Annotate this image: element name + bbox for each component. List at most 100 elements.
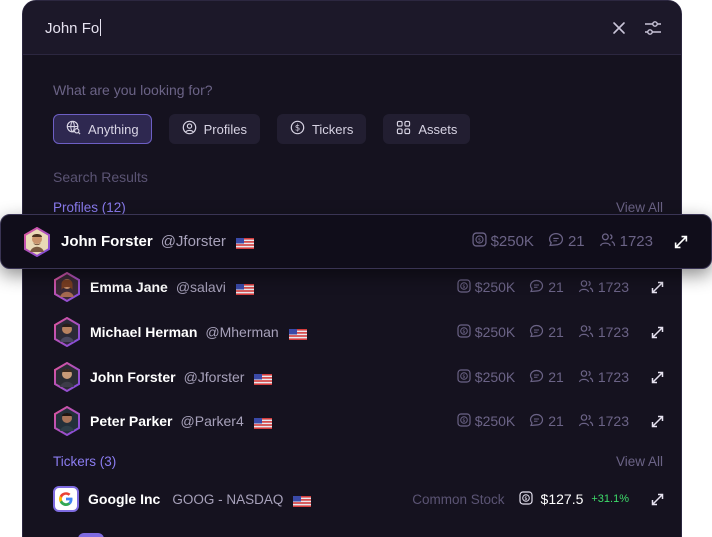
us-flag-icon	[254, 372, 273, 385]
dollar-box-icon: $	[457, 323, 471, 341]
svg-text:$: $	[462, 418, 465, 424]
profile-comments: 21	[567, 233, 585, 250]
profile-value: $250K	[474, 324, 516, 340]
profile-comments: 21	[548, 369, 564, 385]
profile-value: $250K	[474, 413, 516, 429]
profile-value: $250K	[474, 279, 516, 295]
profile-row[interactable]: Michael Herman @Mherman $ $250K 21 1723	[53, 310, 665, 354]
profile-comments: 21	[548, 279, 564, 295]
expand-icon[interactable]	[649, 413, 665, 429]
svg-text:$: $	[462, 284, 465, 290]
profile-name: John Forster	[90, 369, 176, 385]
dollar-box-icon: $	[471, 232, 487, 251]
svg-text:$: $	[462, 374, 465, 380]
profile-handle: @Parker4	[180, 413, 244, 429]
search-bar[interactable]: John Fo	[23, 1, 681, 55]
filter-chip-label: Anything	[88, 121, 139, 137]
avatar	[53, 361, 81, 393]
filter-chip-label: Assets	[418, 121, 458, 137]
expand-icon[interactable]	[649, 324, 665, 340]
dollar-box-icon: $	[457, 412, 471, 430]
profile-handle: @Mherman	[205, 324, 279, 340]
filter-chip-tickers[interactable]: $ Tickers	[276, 114, 367, 144]
expand-icon[interactable]	[673, 234, 689, 250]
svg-text:$: $	[524, 496, 527, 502]
tickers-view-all-link[interactable]: View All	[616, 454, 663, 469]
us-flag-icon	[253, 416, 272, 429]
filter-chip-label: Tickers	[311, 121, 354, 137]
profile-row[interactable]: John Forster @Jforster $ $250K 21 1723	[53, 355, 665, 399]
us-flag-icon	[288, 327, 307, 340]
profiles-group-header: Profiles (12) View All	[53, 200, 663, 215]
profile-name: Emma Jane	[90, 279, 168, 295]
dollar-box-icon: $	[518, 490, 533, 508]
search-prompt: What are you looking for?	[53, 82, 213, 98]
text-caret	[100, 18, 102, 36]
profile-row[interactable]: Emma Jane @salavi $ $250K 21 1723	[53, 265, 665, 309]
ticker-change: +31.1%	[591, 493, 629, 505]
filter-sliders-icon[interactable]	[643, 18, 663, 38]
svg-text:$: $	[477, 238, 480, 244]
filter-chips: Anything Profiles $ Tickers Assets	[53, 114, 471, 144]
avatar	[53, 316, 81, 348]
ticker-symbol: GOOG - NASDAQ	[172, 491, 284, 507]
comment-icon	[529, 279, 544, 296]
profile-name: Michael Herman	[90, 324, 198, 340]
expand-icon[interactable]	[649, 369, 665, 385]
profiles-group-title: Profiles (12)	[53, 200, 126, 215]
ticker-type: Common Stock	[412, 491, 505, 507]
dollar-circle-icon: $	[290, 120, 305, 138]
profile-row-highlighted[interactable]: John Forster @Jforster $ $250K 21 1723	[0, 214, 712, 269]
globe-search-icon	[66, 120, 81, 138]
filter-chip-profiles[interactable]: Profiles	[168, 114, 260, 144]
profile-comments: 21	[548, 324, 564, 340]
users-icon	[599, 232, 616, 251]
profile-followers: 1723	[597, 413, 629, 429]
next-ticker-logo	[78, 533, 104, 537]
users-icon	[578, 279, 594, 296]
avatar	[23, 226, 51, 257]
ticker-name: Google Inc	[88, 491, 161, 507]
comment-icon	[529, 369, 544, 386]
tickers-group-header: Tickers (3) View All	[53, 454, 663, 469]
profile-row[interactable]: Peter Parker @Parker4 $ $250K 21 1723	[53, 399, 665, 443]
search-results-label: Search Results	[53, 169, 148, 185]
google-logo-icon	[53, 486, 79, 512]
dollar-box-icon: $	[457, 368, 471, 386]
profiles-view-all-link[interactable]: View All	[616, 200, 663, 215]
comment-icon	[529, 413, 544, 430]
close-icon[interactable]	[609, 18, 629, 38]
comment-icon	[529, 324, 544, 341]
svg-text:$: $	[462, 329, 465, 335]
users-icon	[578, 413, 594, 430]
profile-followers: 1723	[597, 324, 629, 340]
us-flag-icon	[235, 236, 254, 249]
profile-followers: 1723	[597, 369, 629, 385]
filter-chip-anything[interactable]: Anything	[53, 114, 152, 144]
profile-name: Peter Parker	[90, 413, 173, 429]
profile-followers: 1723	[597, 279, 629, 295]
profile-comments: 21	[548, 413, 564, 429]
expand-icon[interactable]	[649, 279, 665, 295]
us-flag-icon	[235, 282, 254, 295]
ticker-price: $127.5	[540, 491, 584, 507]
dollar-box-icon: $	[457, 278, 471, 296]
comment-icon	[548, 232, 564, 251]
profile-handle: @Jforster	[160, 233, 226, 250]
expand-icon[interactable]	[649, 491, 665, 507]
profile-followers: 1723	[619, 233, 653, 250]
profile-value: $250K	[490, 233, 534, 250]
filter-chip-label: Profiles	[203, 121, 247, 137]
profile-name: John Forster	[61, 233, 153, 250]
us-flag-icon	[293, 494, 312, 507]
ticker-row[interactable]: Google Inc GOOG - NASDAQ Common Stock $ $…	[53, 477, 665, 521]
svg-text:$: $	[295, 123, 300, 133]
filter-chip-assets[interactable]: Assets	[383, 114, 471, 144]
profile-handle: @salavi	[175, 279, 226, 295]
grid-icon	[396, 120, 411, 138]
search-input[interactable]: John Fo	[45, 18, 102, 37]
user-circle-icon	[182, 120, 197, 138]
avatar	[53, 405, 81, 437]
tickers-group-title: Tickers (3)	[53, 454, 117, 469]
profile-handle: @Jforster	[183, 369, 245, 385]
